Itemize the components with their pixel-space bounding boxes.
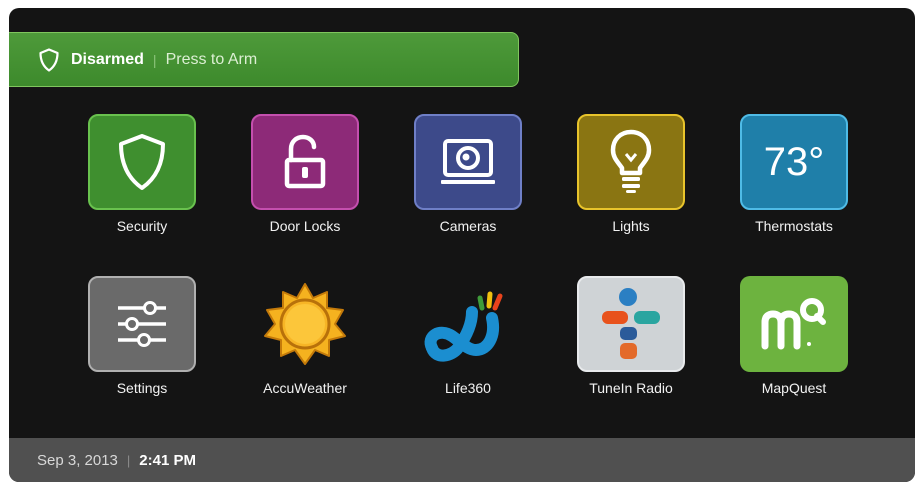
app-label: Life360	[445, 380, 491, 396]
app-accuweather[interactable]: AccuWeather	[240, 276, 370, 396]
mapquest-logo-icon	[761, 298, 826, 350]
app-settings[interactable]: Settings	[77, 276, 207, 396]
shield-icon	[119, 134, 165, 190]
app-label: MapQuest	[761, 380, 827, 396]
lightbulb-icon	[610, 129, 652, 193]
life360-logo-icon	[424, 291, 503, 362]
temperature-readout: 73°	[763, 139, 825, 184]
settings-tile[interactable]	[88, 276, 196, 372]
app-lights[interactable]: Lights	[566, 114, 696, 234]
app-door-locks[interactable]: Door Locks	[240, 114, 370, 234]
sun-icon	[264, 283, 346, 365]
accuweather-tile[interactable]	[251, 276, 359, 372]
app-label: AccuWeather	[263, 380, 347, 396]
security-tile[interactable]	[88, 114, 196, 210]
thermostats-tile[interactable]: 73°	[740, 114, 848, 210]
app-thermostats[interactable]: 73° Thermostats	[729, 114, 859, 234]
app-label: Settings	[116, 380, 168, 396]
status-separator: |	[126, 452, 131, 468]
app-label: Lights	[612, 218, 650, 234]
app-label: Door Locks	[269, 218, 341, 234]
life360-tile[interactable]	[414, 276, 522, 372]
app-label: Security	[116, 218, 168, 234]
app-label: TuneIn Radio	[589, 380, 673, 396]
arm-status-text: Disarmed	[71, 50, 144, 68]
mapquest-tile[interactable]	[740, 276, 848, 372]
sliders-icon	[118, 301, 166, 347]
camera-icon	[441, 139, 495, 184]
tunein-logo-icon	[602, 288, 660, 359]
app-cameras[interactable]: Cameras	[403, 114, 533, 234]
time-text: 2:41 PM	[139, 451, 196, 469]
arm-status-bar[interactable]: Disarmed | Press to Arm	[9, 32, 519, 87]
cameras-tile[interactable]	[414, 114, 522, 210]
app-mapquest[interactable]: MapQuest	[729, 276, 859, 396]
door-locks-tile[interactable]	[251, 114, 359, 210]
press-to-arm-text: Press to Arm	[165, 50, 258, 68]
shield-icon	[39, 47, 59, 72]
app-security[interactable]: Security	[77, 114, 207, 234]
app-tunein-radio[interactable]: TuneIn Radio	[566, 276, 696, 396]
lights-tile[interactable]	[577, 114, 685, 210]
app-label: Thermostats	[755, 218, 833, 234]
app-life360[interactable]: Life360	[403, 276, 533, 396]
status-bar: Sep 3, 2013 | 2:41 PM	[9, 438, 915, 482]
app-label: Cameras	[439, 218, 497, 234]
arm-separator: |	[152, 51, 157, 68]
lock-open-icon	[284, 134, 326, 189]
date-text: Sep 3, 2013	[37, 451, 118, 469]
home-screen: Disarmed | Press to Arm Security Door Lo…	[9, 8, 915, 482]
tunein-tile[interactable]	[577, 276, 685, 372]
